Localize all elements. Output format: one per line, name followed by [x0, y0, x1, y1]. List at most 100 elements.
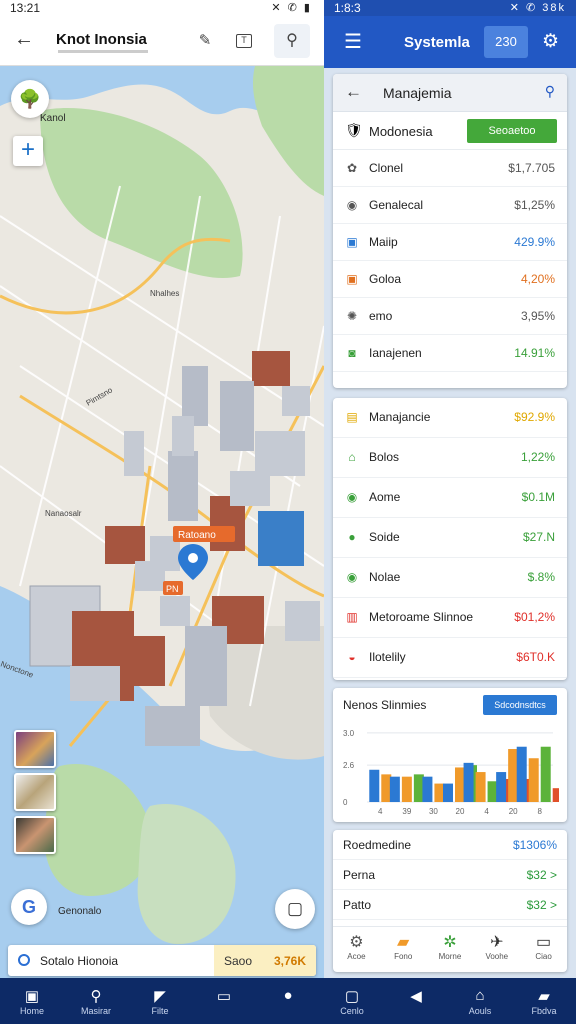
- page-title: Knot Inonsia: [56, 31, 147, 48]
- row-icon: ◙: [348, 346, 356, 360]
- y-tick-label: 2.6: [343, 761, 355, 770]
- chart-title: Nenos Slinmies: [343, 698, 427, 712]
- row-icon: ✿: [346, 161, 358, 175]
- row-icon: ✺: [346, 309, 358, 323]
- x-tick-label: 39: [402, 807, 411, 816]
- nav-item[interactable]: ⌂ Aouls: [448, 978, 512, 1024]
- dashboard-pane: 1:8:3 ✕ ✆ 38k ☰ Systemla 230 ⚙ ← Manajem…: [324, 0, 576, 978]
- zoom-in-button[interactable]: +: [13, 136, 43, 166]
- chart-bar[interactable]: [401, 776, 412, 802]
- gear-icon[interactable]: ⚙: [542, 30, 559, 53]
- list-item[interactable]: ▣ Maiip 429.9%: [333, 224, 567, 261]
- card-tab[interactable]: ⚙ Acoe: [333, 927, 380, 972]
- place-card[interactable]: Sotalo Hionoia Saoo 3,76K: [8, 945, 316, 976]
- card-tab[interactable]: ▭ Ciao: [520, 927, 567, 972]
- nav-item[interactable]: ◀: [384, 978, 448, 1024]
- row-value: 14.91%: [514, 346, 555, 360]
- chart-bar[interactable]: [487, 781, 498, 802]
- list-item[interactable]: ◉ Genalecal $1,25%: [333, 187, 567, 224]
- chart-bar[interactable]: [422, 776, 433, 802]
- photo-thumbnail[interactable]: [14, 773, 56, 811]
- layers-icon[interactable]: ▢: [275, 889, 315, 929]
- google-icon[interactable]: G: [11, 889, 47, 925]
- back-arrow-icon[interactable]: ←: [345, 82, 362, 102]
- card-tab[interactable]: ▰ Fono: [380, 927, 427, 972]
- row-label: Aome: [369, 490, 401, 504]
- chart-bar[interactable]: [463, 762, 474, 802]
- chart-bar[interactable]: [413, 774, 424, 802]
- list-item[interactable]: ◙ Ianajenen 14.91%: [333, 335, 567, 372]
- row-label: Ianajenen: [369, 346, 422, 360]
- chart-bar[interactable]: [381, 774, 392, 802]
- chart-action-button[interactable]: Sdcodnsdtcs: [483, 695, 557, 715]
- detail-label: Perna: [343, 868, 376, 882]
- chart-bar[interactable]: [369, 769, 380, 802]
- list-item[interactable]: ▥ Metoroame Slinnoe $01,2%: [333, 598, 567, 638]
- nav-icon: ●: [283, 987, 293, 1004]
- list-item[interactable]: ◒ Ilotelily $6T0.K: [333, 638, 567, 678]
- list-item[interactable]: ◉ Nolae $.8%: [333, 558, 567, 598]
- x-tick-label: 4: [378, 807, 383, 816]
- chart-bar[interactable]: [389, 776, 400, 802]
- nav-item[interactable]: ▭: [192, 978, 256, 1024]
- chart-card: Nenos Slinmies Sdcodnsdtcs 0 2.6 3.0 4 39 30 2…: [333, 688, 567, 822]
- search-icon[interactable]: ⚲: [274, 24, 310, 58]
- y-tick-label: 0: [343, 798, 348, 807]
- detail-line[interactable]: Patto $32 >: [333, 890, 567, 920]
- detail-line[interactable]: Roedmedine $1306%: [333, 830, 567, 860]
- count-badge[interactable]: 230: [484, 26, 528, 58]
- nav-item[interactable]: ▣ Home: [0, 978, 64, 1024]
- card-tab[interactable]: ✲ Morne: [427, 927, 474, 972]
- chart-bar[interactable]: [540, 746, 551, 802]
- nav-item[interactable]: ⚲ Masirar: [64, 978, 128, 1024]
- nav-item[interactable]: ▰ Fbdva: [512, 978, 576, 1024]
- chart-bar[interactable]: [508, 749, 519, 802]
- row-label: Bolos: [369, 450, 400, 464]
- nav-item[interactable]: ▢ Cenlo: [320, 978, 384, 1024]
- chart-bar[interactable]: [496, 772, 507, 802]
- chart-bar[interactable]: [528, 758, 539, 802]
- row-label: Manajancie: [369, 410, 431, 424]
- search-icon[interactable]: ⚲: [545, 83, 555, 100]
- nav-icon: ▭: [216, 988, 232, 1005]
- action-button[interactable]: Seoaetoo: [467, 119, 557, 143]
- pin-icon[interactable]: ✎: [192, 28, 218, 54]
- nav-icon: ◀: [410, 988, 422, 1005]
- chart-bar[interactable]: [552, 788, 559, 802]
- nav-item[interactable]: ◤ Filte: [128, 978, 192, 1024]
- menu-icon[interactable]: ☰: [344, 29, 362, 54]
- map-place-label: Kanol: [40, 113, 66, 124]
- detail-line[interactable]: Perna $32 >: [333, 860, 567, 890]
- back-arrow-icon[interactable]: ←: [14, 28, 34, 51]
- card-tab[interactable]: ✈ Voohe: [473, 927, 520, 972]
- list-item[interactable]: ✺ emo 3,95%: [333, 298, 567, 335]
- list-item[interactable]: ▤ Manajancie $92.9%: [333, 398, 567, 438]
- row-value: $1,25%: [514, 198, 555, 212]
- status-bar: 13:21 ✕ ✆ ▮: [0, 0, 324, 16]
- row-value: 429.9%: [514, 235, 555, 249]
- x-tick-label: 20: [509, 807, 518, 816]
- row-value: $.8%: [527, 570, 555, 584]
- list-item[interactable]: ⌂ Bolos 1,22%: [333, 438, 567, 478]
- bar-chart: 0 2.6 3.0 4 39 30 20 4 20 8: [343, 729, 559, 816]
- row-icon: ●: [348, 530, 356, 544]
- chart-bar[interactable]: [443, 783, 453, 802]
- frame-icon[interactable]: T: [236, 34, 252, 48]
- row-value: $1,7.705: [508, 161, 555, 175]
- photo-thumbnail[interactable]: [14, 816, 56, 854]
- photo-thumbnail[interactable]: [14, 730, 56, 768]
- row-icon: ▤: [346, 410, 358, 424]
- list-item[interactable]: ✿ Clonel $1,7.705: [333, 150, 567, 187]
- row-value: $6T0.K: [516, 650, 555, 664]
- list-item[interactable]: ● Soide $27.N: [333, 518, 567, 558]
- chart-bar[interactable]: [516, 746, 527, 802]
- nav-label: Home: [19, 1006, 44, 1016]
- chart-bar[interactable]: [475, 772, 486, 802]
- chart-bar[interactable]: [434, 783, 445, 802]
- row-icon: ◒: [348, 650, 356, 664]
- management-card: ← Manajemia ⚲ 🛡 Modonesia Seoaetoo ✿ Clon…: [333, 74, 567, 388]
- list-item[interactable]: ◉ Aome $0.1M: [333, 478, 567, 518]
- nav-item[interactable]: ●: [256, 978, 320, 1024]
- chart-bar[interactable]: [455, 767, 465, 802]
- list-item[interactable]: ▣ Goloa 4,20%: [333, 261, 567, 298]
